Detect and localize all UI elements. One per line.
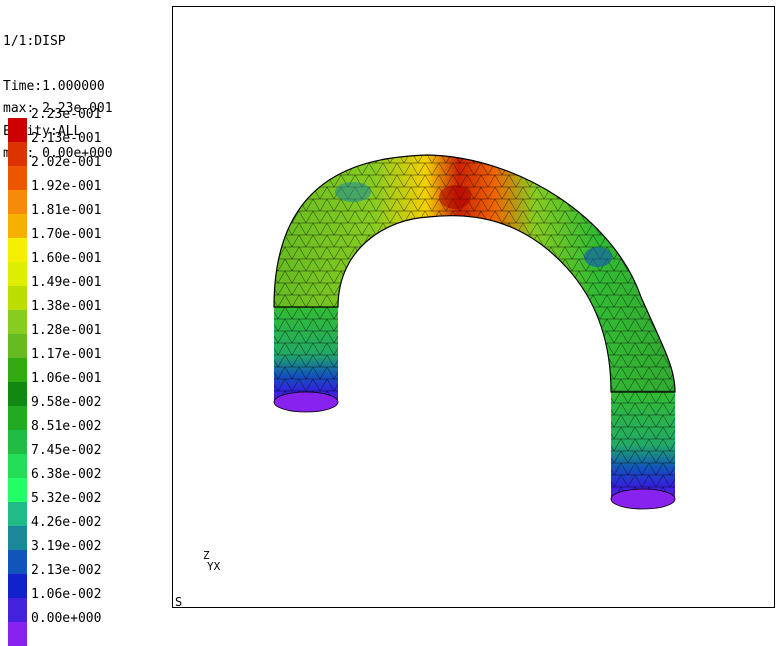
legend-label: 2.13e-001	[31, 131, 102, 146]
legend-label: 2.02e-001	[31, 155, 102, 170]
legend-label: 1.28e-001	[31, 323, 102, 338]
legend-label: 1.38e-001	[31, 299, 102, 314]
mode-indicator: S	[175, 595, 183, 609]
legend-swatch	[8, 382, 27, 406]
legend-label: 1.06e-001	[31, 371, 102, 386]
legend-swatch	[8, 598, 27, 622]
legend-entry: 0.00e+000	[8, 611, 168, 646]
legend-swatch	[8, 142, 27, 166]
legend-label: 1.06e-002	[31, 587, 102, 602]
legend-swatch	[8, 358, 27, 382]
legend-swatch	[8, 310, 27, 334]
legend-swatch	[8, 406, 27, 430]
legend-swatch	[8, 166, 27, 190]
legend-label: 1.92e-001	[31, 179, 102, 194]
legend-label: 1.81e-001	[31, 203, 102, 218]
legend-label: 6.38e-002	[31, 467, 102, 482]
model-viewport[interactable]: Z YX S	[172, 6, 776, 609]
legend-label: 2.13e-002	[31, 563, 102, 578]
legend-swatch	[8, 550, 27, 574]
legend-swatch	[8, 262, 27, 286]
legend-swatch	[8, 430, 27, 454]
axis-triad: Z YX	[203, 550, 229, 586]
legend-swatch	[8, 334, 27, 358]
legend-swatch	[8, 478, 27, 502]
legend-label: 1.49e-001	[31, 275, 102, 290]
xy-axis-label: YX	[207, 560, 221, 573]
pipe-model[interactable]	[273, 154, 676, 510]
legend-label: 7.45e-002	[31, 443, 102, 458]
legend-swatch	[8, 214, 27, 238]
legend-label: 0.00e+000	[31, 611, 102, 626]
legend-label: 1.60e-001	[31, 251, 102, 266]
legend-swatch	[8, 622, 27, 646]
legend-swatch	[8, 286, 27, 310]
legend-swatch	[8, 238, 27, 262]
legend-label: 4.26e-002	[31, 515, 102, 530]
legend-swatch	[8, 574, 27, 598]
legend-label: 9.58e-002	[31, 395, 102, 410]
legend-label: 1.70e-001	[31, 227, 102, 242]
legend-swatch	[8, 190, 27, 214]
legend-label: 3.19e-002	[31, 539, 102, 554]
legend-swatch	[8, 118, 27, 142]
legend-swatch	[8, 454, 27, 478]
legend-label: 8.51e-002	[31, 419, 102, 434]
legend-label: 5.32e-002	[31, 491, 102, 506]
mesh-view[interactable]	[173, 7, 776, 609]
legend-label: 1.17e-001	[31, 347, 102, 362]
legend-label: 2.23e-001	[31, 107, 102, 122]
legend-swatch	[8, 526, 27, 550]
step-label: 1/1:DISP	[3, 34, 66, 49]
legend-swatch	[8, 502, 27, 526]
